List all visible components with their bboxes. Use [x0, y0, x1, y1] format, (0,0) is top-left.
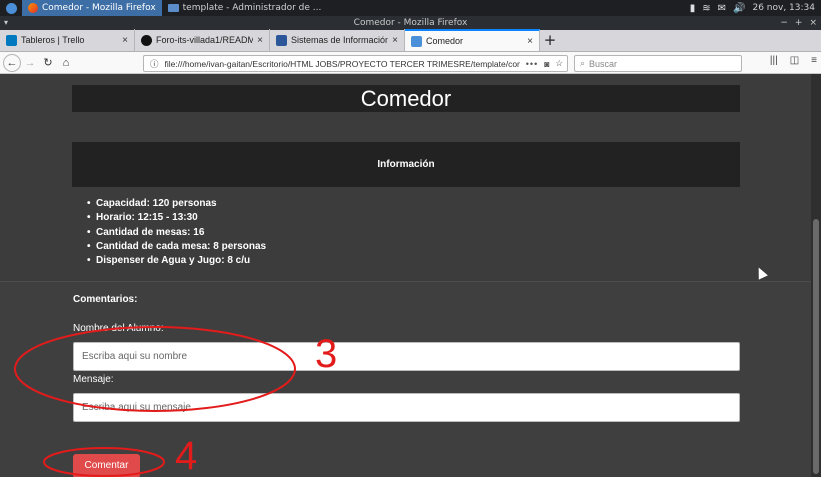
name-label: Nombre del Alumno:: [73, 323, 164, 334]
battery-icon[interactable]: ▮: [690, 3, 696, 14]
comment-submit-button[interactable]: Comentar: [73, 454, 140, 477]
list-item: Cantidad de mesas: 16: [87, 226, 266, 241]
list-item: Horario: 12:15 - 13:30: [87, 211, 266, 226]
comments-section: Comentarios: Nombre del Alumno: Escriba …: [0, 281, 811, 477]
page-actions-icon[interactable]: •••: [526, 59, 538, 69]
document-icon: [276, 34, 287, 46]
trello-icon: [6, 34, 17, 46]
url-text: file:///home/ivan-gaitan/Escritorio/HTML…: [164, 58, 520, 69]
window-title: Comedor - Mozilla Firefox: [353, 18, 468, 28]
scrollbar-thumb[interactable]: [813, 219, 819, 474]
comments-title: Comentarios:: [73, 294, 138, 305]
close-tab-icon[interactable]: ×: [527, 36, 533, 47]
html-file-icon: [411, 35, 422, 47]
firefox-icon: [28, 3, 38, 13]
back-button[interactable]: ←: [3, 53, 21, 72]
info-icon[interactable]: ⓘ: [150, 58, 159, 70]
hamburger-menu-icon[interactable]: ≡: [811, 55, 817, 66]
message-field[interactable]: Escriba aqui su mensaje: [73, 393, 740, 422]
taskbar-app-label: template - Administrador de ...: [182, 3, 322, 13]
page-scrollbar[interactable]: [811, 74, 821, 477]
home-button[interactable]: ⌂: [57, 57, 75, 69]
library-icon[interactable]: |||: [770, 55, 778, 66]
search-input[interactable]: ⌕ Buscar: [574, 55, 742, 72]
page-viewport: Comedor Información Capacidad: 120 perso…: [0, 74, 811, 477]
minimize-button[interactable]: −: [780, 16, 788, 30]
tab-label: Sistemas de Información 201: [291, 35, 389, 45]
close-tab-icon[interactable]: ×: [122, 35, 128, 46]
folder-icon: [167, 4, 179, 12]
tab-label: Comedor: [426, 36, 464, 46]
volume-icon[interactable]: 🔊: [733, 3, 745, 14]
window-titlebar: ▾ Comedor - Mozilla Firefox − + ×: [0, 16, 821, 30]
sidebar-icon[interactable]: ◫: [790, 55, 799, 66]
tab-comedor[interactable]: Comedor ×: [405, 29, 540, 51]
page-title: Comedor: [72, 85, 740, 112]
clock[interactable]: 26 nov, 13:34: [752, 3, 815, 13]
info-heading: Información: [72, 142, 740, 187]
pocket-icon[interactable]: ◙: [544, 59, 549, 69]
mail-icon[interactable]: ✉: [718, 3, 726, 14]
annotation-number-3: 3: [315, 332, 338, 376]
os-taskbar: Comedor - Mozilla Firefox template - Adm…: [0, 0, 821, 16]
close-window-button[interactable]: ×: [809, 16, 817, 30]
list-item: Dispenser de Agua y Jugo: 8 c/u: [87, 254, 266, 269]
tab-trello[interactable]: Tableros | Trello ×: [0, 29, 135, 51]
annotation-number-4: 4: [175, 434, 198, 477]
reload-button[interactable]: ↻: [39, 56, 57, 69]
info-list: Capacidad: 120 personas Horario: 12:15 -…: [87, 197, 266, 269]
list-item: Cantidad de cada mesa: 8 personas: [87, 240, 266, 255]
search-placeholder: Buscar: [589, 58, 618, 69]
url-bar[interactable]: ⓘ file:///home/ivan-gaitan/Escritorio/HT…: [143, 55, 568, 72]
list-item: Capacidad: 120 personas: [87, 197, 266, 212]
taskbar-app-file-manager[interactable]: template - Administrador de ...: [162, 0, 328, 16]
os-menu-icon[interactable]: [0, 0, 22, 16]
wifi-icon[interactable]: ≋: [702, 3, 710, 14]
message-label: Mensaje:: [73, 374, 114, 385]
close-tab-icon[interactable]: ×: [257, 35, 263, 46]
tab-sistemas-informacion[interactable]: Sistemas de Información 201 ×: [270, 29, 405, 51]
mouse-cursor-icon: [754, 265, 768, 280]
search-icon: ⌕: [580, 58, 586, 68]
taskbar-app-label: Comedor - Mozilla Firefox: [42, 3, 156, 13]
forward-button[interactable]: →: [21, 57, 39, 69]
new-tab-button[interactable]: +: [540, 29, 560, 51]
system-tray: ▮ ≋ ✉ 🔊 26 nov, 13:34: [690, 3, 821, 14]
taskbar-app-firefox[interactable]: Comedor - Mozilla Firefox: [22, 0, 162, 16]
tab-strip: Tableros | Trello × Foro-its-villada1/RE…: [0, 29, 821, 52]
github-icon: [141, 34, 152, 46]
tab-label: Tableros | Trello: [21, 35, 85, 45]
bookmark-star-icon[interactable]: ☆: [555, 58, 563, 69]
close-tab-icon[interactable]: ×: [392, 35, 398, 46]
name-field[interactable]: Escriba aqui su nombre: [73, 342, 740, 371]
window-menu-icon[interactable]: ▾: [4, 16, 8, 30]
tab-github-readme[interactable]: Foro-its-villada1/README-1.m ×: [135, 29, 270, 51]
tab-label: Foro-its-villada1/README-1.m: [156, 35, 254, 45]
navigation-bar: ← → ↻ ⌂ ⓘ file:///home/ivan-gaitan/Escri…: [0, 52, 821, 74]
maximize-button[interactable]: +: [795, 16, 803, 30]
